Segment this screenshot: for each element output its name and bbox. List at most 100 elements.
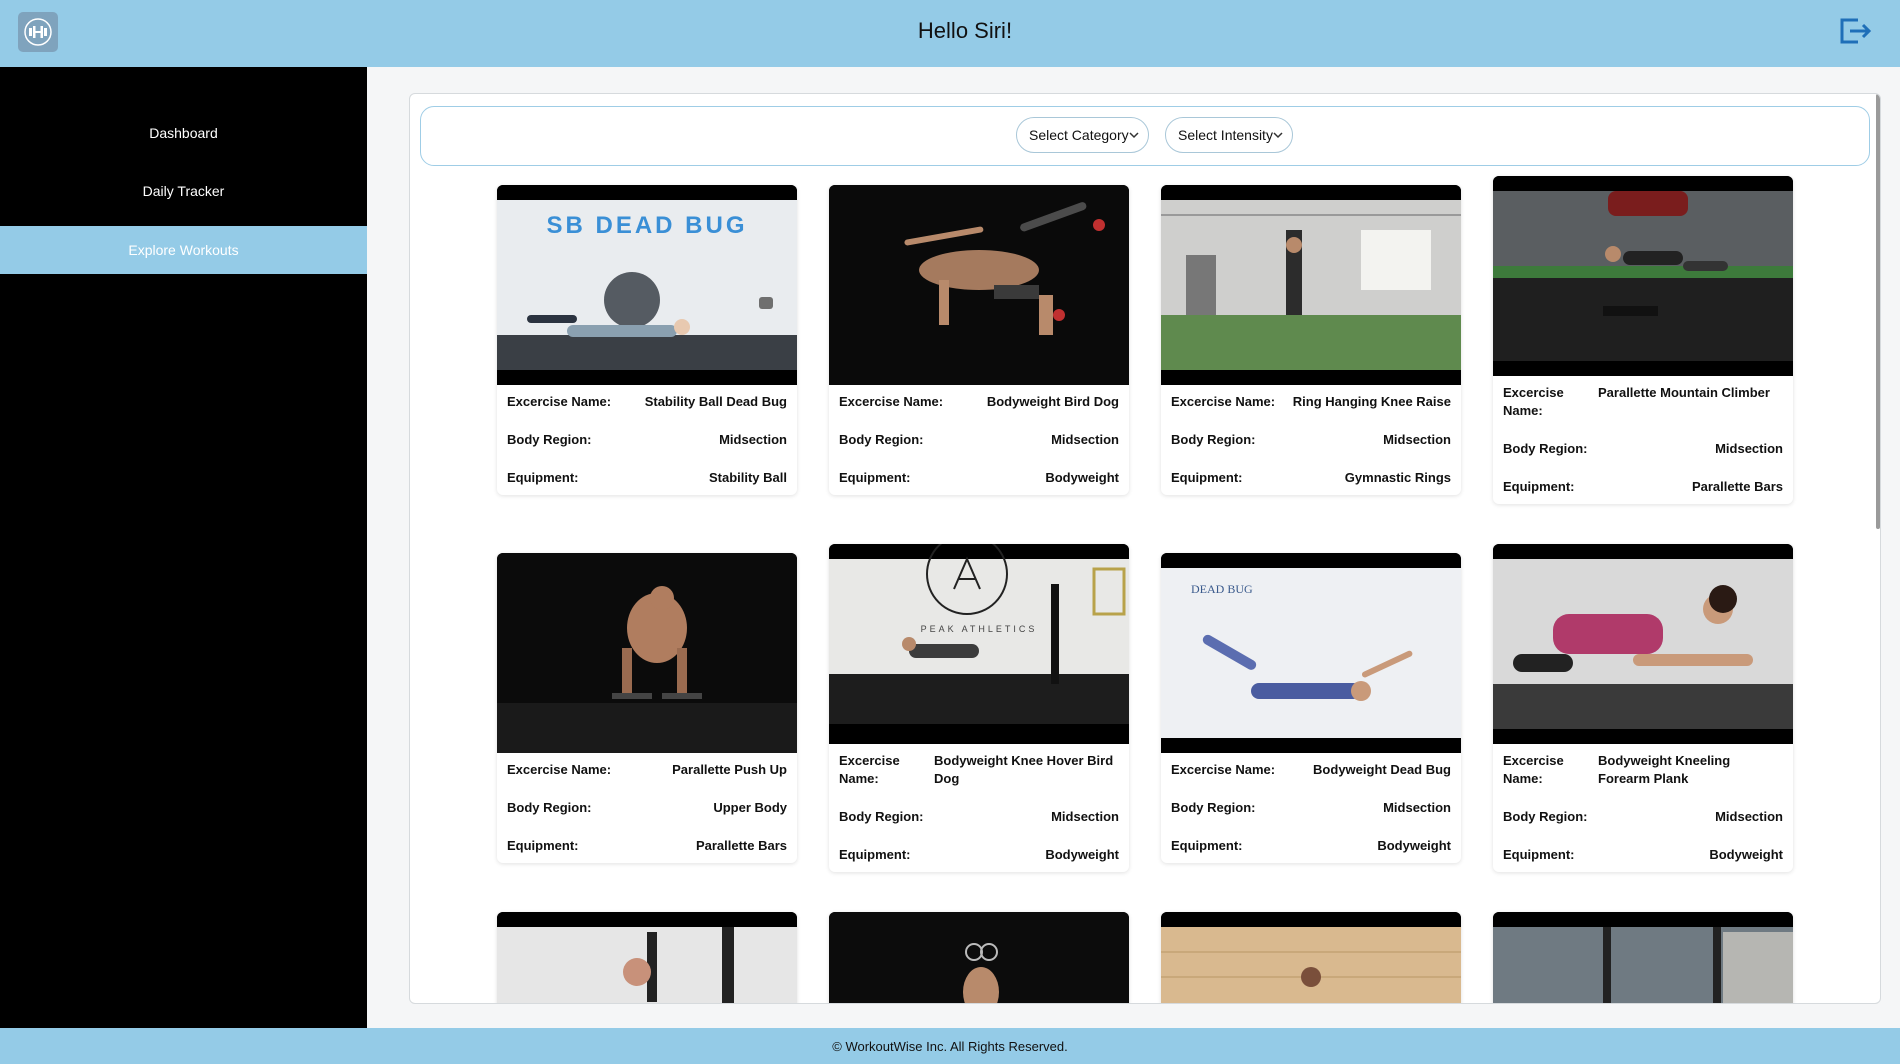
exercise-name-label: Excercise Name: — [1171, 762, 1276, 777]
equipment-row: Equipment: Bodyweight — [1171, 837, 1451, 855]
equipment-value: Gymnastic Rings — [1344, 470, 1451, 485]
equipment-row: Equipment: Gymnastic Rings — [1171, 469, 1451, 487]
exercise-name-value: Stability Ball Dead Bug — [644, 394, 787, 409]
sidebar-item-explore-workouts[interactable]: Explore Workouts — [0, 226, 367, 274]
body-region-value: Midsection — [1383, 800, 1451, 815]
sidebar-item-label: Dashboard — [149, 125, 218, 141]
equipment-value: Bodyweight — [1709, 847, 1783, 862]
equipment-value: Parallette Bars — [695, 838, 787, 853]
equipment-value: Bodyweight — [1045, 470, 1119, 485]
category-select-label: Select Category — [1029, 127, 1129, 143]
workout-thumbnail[interactable]: PEAK ATHLETICS — [829, 544, 1129, 744]
workout-thumbnail[interactable]: DEAD BUG — [1161, 553, 1461, 753]
exercise-name-row: Excercise Name: Ring Hanging Knee Raise — [1171, 393, 1451, 411]
exercise-name-value: Parallette Mountain Climber — [1598, 385, 1770, 400]
exercise-name-row: Excercise Name: Parallette Mountain Clim… — [1503, 384, 1783, 420]
exercise-name-value: Ring Hanging Knee Raise — [1292, 394, 1451, 409]
workout-card[interactable]: PEAK ATHLETICS Excercise Name: Bodyweigh… — [829, 544, 1129, 872]
workout-thumbnail[interactable] — [497, 912, 797, 1003]
body-region-value: Midsection — [1051, 809, 1119, 824]
equipment-value: Bodyweight — [1377, 838, 1451, 853]
equipment-row: Equipment: Parallette Bars — [1503, 478, 1783, 496]
workout-thumbnail[interactable]: SB DEAD BUG — [497, 185, 797, 385]
body-region-label: Body Region: — [1171, 800, 1256, 815]
equipment-label: Equipment: — [507, 470, 579, 485]
exercise-name-label: Excercise Name: — [1503, 753, 1564, 786]
scrollbar[interactable] — [1876, 94, 1880, 529]
body-region-label: Body Region: — [507, 800, 592, 815]
exercise-name-row: Excercise Name: Bodyweight Kneeling Fore… — [1503, 752, 1783, 788]
workout-thumbnail[interactable] — [497, 553, 797, 753]
body-region-row: Body Region: Midsection — [839, 431, 1119, 449]
workout-card[interactable] — [1493, 912, 1793, 1003]
intensity-select[interactable]: Select Intensity — [1165, 117, 1293, 153]
thumbnail-title: SB DEAD BUG — [546, 212, 747, 239]
workouts-panel: Select Category Select Intensity SB DEAD… — [409, 93, 1881, 1004]
workout-card[interactable]: Excercise Name: Bodyweight Bird Dog Body… — [829, 185, 1129, 495]
thumbnail-title: DEAD BUG — [1191, 582, 1253, 596]
workout-card[interactable] — [829, 912, 1129, 1003]
workout-card[interactable]: Excercise Name: Parallette Push Up Body … — [497, 553, 797, 863]
workout-card[interactable] — [497, 912, 797, 1003]
equipment-value: Parallette Bars — [1691, 479, 1783, 494]
workout-thumbnail[interactable] — [1493, 544, 1793, 744]
sidebar-item-dashboard[interactable]: Dashboard — [0, 109, 367, 157]
exercise-name-value: Bodyweight Kneeling Forearm Plank — [1598, 753, 1731, 786]
copyright-text: © WorkoutWise Inc. All Rights Reserved. — [832, 1038, 1068, 1054]
body-region-label: Body Region: — [507, 432, 592, 447]
workout-thumbnail[interactable] — [1493, 912, 1793, 1003]
equipment-label: Equipment: — [1171, 838, 1243, 853]
body-region-value: Midsection — [1715, 441, 1783, 456]
workout-card[interactable]: Excercise Name: Bodyweight Kneeling Fore… — [1493, 544, 1793, 872]
equipment-row: Equipment: Bodyweight — [839, 846, 1119, 864]
body-region-label: Body Region: — [1503, 441, 1588, 456]
workout-card[interactable]: DEAD BUG Excercise Name: Bodyweight Dead… — [1161, 553, 1461, 863]
workout-thumbnail[interactable] — [829, 185, 1129, 385]
body-region-label: Body Region: — [1171, 432, 1256, 447]
body-region-value: Midsection — [1383, 432, 1451, 447]
exercise-name-label: Excercise Name: — [839, 394, 944, 409]
category-select[interactable]: Select Category — [1016, 117, 1149, 153]
exercise-name-row: Excercise Name: Bodyweight Knee Hover Bi… — [839, 752, 1119, 788]
exercise-name-label: Excercise Name: — [507, 394, 612, 409]
app-header: Hello Siri! — [0, 0, 1900, 67]
body-region-value: Upper Body — [713, 800, 787, 815]
exercise-name-value: Parallette Push Up — [672, 762, 787, 777]
equipment-value: Stability Ball — [708, 470, 787, 485]
sidebar-item-label: Daily Tracker — [142, 183, 225, 199]
workout-thumbnail[interactable] — [1161, 185, 1461, 385]
equipment-label: Equipment: — [839, 847, 911, 862]
page-title: Hello Siri! — [917, 18, 1013, 43]
logout-icon[interactable] — [1838, 17, 1872, 45]
exercise-name-row: Excercise Name: Bodyweight Dead Bug — [1171, 761, 1451, 779]
workout-thumbnail[interactable] — [829, 912, 1129, 1003]
equipment-row: Equipment: Parallette Bars — [507, 837, 787, 855]
exercise-name-row: Excercise Name: Stability Ball Dead Bug — [507, 393, 787, 411]
equipment-label: Equipment: — [1503, 479, 1575, 494]
workout-card[interactable]: Excercise Name: Parallette Mountain Clim… — [1493, 176, 1793, 504]
equipment-value: Bodyweight — [1045, 847, 1119, 862]
body-region-row: Body Region: Midsection — [1171, 431, 1451, 449]
workout-card[interactable]: Excercise Name: Ring Hanging Knee Raise … — [1161, 185, 1461, 495]
workout-thumbnail[interactable] — [1161, 912, 1461, 1003]
equipment-row: Equipment: Bodyweight — [839, 469, 1119, 487]
chevron-down-icon — [1129, 132, 1139, 139]
exercise-name-value: Bodyweight Knee Hover Bird Dog — [934, 753, 1114, 786]
body-region-row: Body Region: Upper Body — [507, 799, 787, 817]
thumbnail-title: PEAK ATHLETICS — [921, 624, 1038, 634]
exercise-name-value: Bodyweight Bird Dog — [986, 394, 1119, 409]
body-region-label: Body Region: — [1503, 809, 1588, 824]
sidebar: Dashboard Daily Tracker Explore Workouts — [0, 67, 367, 1028]
equipment-label: Equipment: — [1171, 470, 1243, 485]
exercise-name-label: Excercise Name: — [839, 753, 900, 786]
body-region-row: Body Region: Midsection — [1503, 440, 1783, 458]
sidebar-item-label: Explore Workouts — [128, 242, 239, 258]
exercise-name-row: Excercise Name: Parallette Push Up — [507, 761, 787, 779]
footer: © WorkoutWise Inc. All Rights Reserved. — [0, 1028, 1900, 1064]
workout-card[interactable] — [1161, 912, 1461, 1003]
workout-card[interactable]: SB DEAD BUG Excercise Name: Stability Ba… — [497, 185, 797, 495]
body-region-value: Midsection — [1051, 432, 1119, 447]
workout-thumbnail[interactable] — [1493, 176, 1793, 376]
body-region-label: Body Region: — [839, 809, 924, 824]
sidebar-item-daily-tracker[interactable]: Daily Tracker — [0, 167, 367, 215]
